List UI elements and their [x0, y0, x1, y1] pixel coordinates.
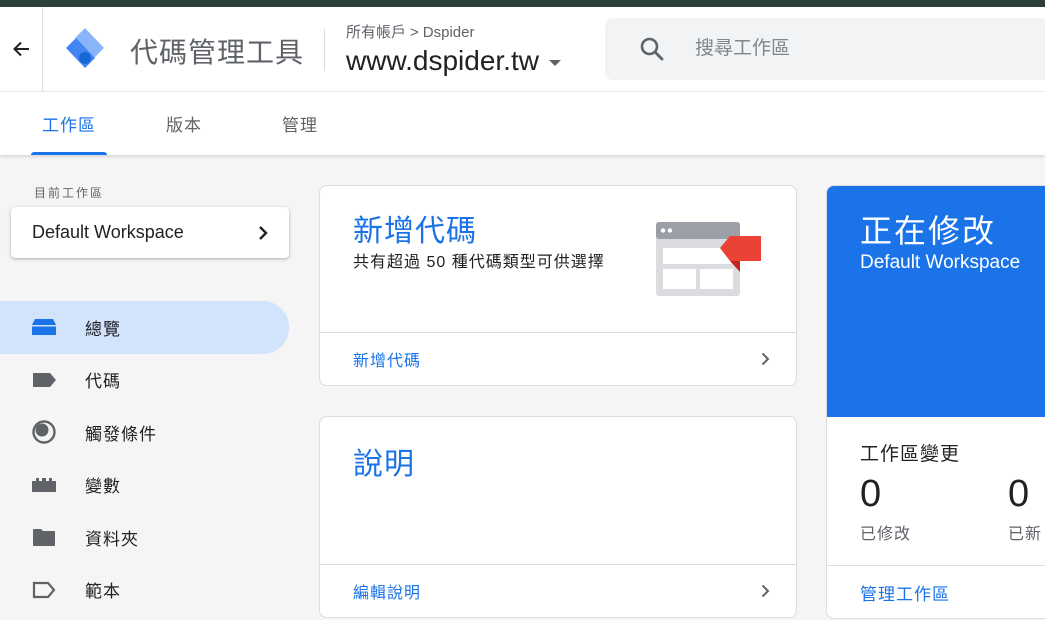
workspace-selector[interactable]: Default Workspace: [11, 207, 289, 258]
folder-icon: [31, 526, 57, 548]
search-icon: [640, 37, 664, 61]
workspace-name: Default Workspace: [32, 222, 184, 242]
edit-description-label: 編輯說明: [353, 585, 422, 602]
tab-workspace[interactable]: 工作區: [31, 92, 107, 155]
help-card: 說明 編輯說明: [319, 416, 797, 618]
sidebar-item-label: 觸發條件: [85, 424, 157, 444]
sidebar-item-label: 總覽: [85, 319, 121, 339]
chevron-right-icon: [761, 584, 770, 598]
tab-versions[interactable]: 版本: [146, 92, 222, 155]
sidebar-item-label: 範本: [85, 582, 121, 602]
sidebar-item-templates[interactable]: 範本: [0, 564, 289, 617]
new-tag-card: 新增代碼 共有超過 50 種代碼類型可供選擇 新增代碼: [319, 185, 797, 386]
chevron-right-icon: [259, 225, 268, 240]
added-label: 已新: [1008, 526, 1043, 543]
status-card-header: 正在修改 Default Workspace: [827, 186, 1045, 417]
variable-icon: [31, 474, 57, 496]
tag-icon: [31, 369, 57, 391]
workspace-status-card: 正在修改 Default Workspace 工作區變更 0 已修改 0 已新 …: [826, 185, 1045, 619]
sidebar-item-label: 變數: [85, 477, 121, 497]
breadcrumb-all-accounts[interactable]: 所有帳戶: [346, 24, 406, 41]
added-count: 0: [1008, 473, 1030, 515]
new-tag-card-description: 共有超過 50 種代碼類型可供選擇: [353, 254, 605, 271]
arrow-back-icon: [13, 41, 29, 57]
new-tag-card-title[interactable]: 新增代碼: [353, 206, 477, 250]
new-tag-footer-label: 新增代碼: [353, 353, 422, 370]
sidebar-item-overview[interactable]: 總覽: [0, 301, 289, 354]
breadcrumb-separator: >: [410, 24, 419, 41]
container-selector[interactable]: www.dspider.tw: [346, 43, 561, 79]
template-icon: [31, 579, 57, 601]
modified-count: 0: [860, 473, 882, 515]
sidebar-item-variables[interactable]: 變數: [0, 459, 289, 512]
sidebar-item-label: 資料夾: [85, 529, 139, 549]
tag-illustration-icon: [656, 222, 761, 296]
sidebar-nav: 總覽 代碼 觸發條件 變數 資料夾 範本: [0, 301, 289, 616]
trigger-icon: [31, 420, 57, 444]
help-card-title: 說明: [353, 448, 415, 481]
current-workspace-label: 目前工作區: [34, 186, 105, 200]
manage-workspaces-link[interactable]: 管理工作區: [827, 565, 1045, 618]
workspace-changes-label: 工作區變更: [860, 444, 961, 465]
manage-workspaces-label: 管理工作區: [860, 584, 950, 604]
sidebar-item-label: 代碼: [85, 372, 121, 392]
dropdown-arrow-icon: [548, 60, 561, 66]
modified-stat: 0 已修改: [860, 473, 911, 544]
new-tag-footer-link[interactable]: 新增代碼: [320, 332, 796, 385]
sidebar-item-folders[interactable]: 資料夾: [0, 511, 289, 564]
container-name: www.dspider.tw: [346, 45, 539, 76]
status-workspace-name: Default Workspace: [860, 252, 1021, 273]
tab-admin[interactable]: 管理: [262, 92, 338, 155]
window-top-strip: [0, 0, 1045, 7]
breadcrumb-account[interactable]: Dspider: [423, 24, 475, 41]
app-bar: 代碼管理工具 所有帳戶 > Dspider www.dspider.tw: [0, 7, 1045, 91]
app-title: 代碼管理工具: [130, 37, 305, 68]
status-heading: 正在修改: [860, 213, 997, 249]
search-input[interactable]: [693, 37, 997, 61]
added-stat: 0 已新: [1008, 473, 1042, 544]
back-button[interactable]: [0, 7, 43, 91]
title-divider: [324, 29, 325, 71]
tab-bar: 工作區 版本 管理: [0, 91, 1045, 155]
sidebar-item-triggers[interactable]: 觸發條件: [0, 406, 289, 459]
modified-label: 已修改: [860, 526, 912, 543]
tag-manager-logo-icon: [66, 28, 104, 68]
chevron-right-icon: [761, 352, 770, 366]
edit-description-link[interactable]: 編輯說明: [320, 564, 796, 617]
workspace-search[interactable]: [605, 18, 1045, 80]
overview-icon: [31, 316, 57, 338]
account-breadcrumb[interactable]: 所有帳戶 > Dspider: [346, 21, 474, 42]
sidebar-item-tags[interactable]: 代碼: [0, 354, 289, 407]
